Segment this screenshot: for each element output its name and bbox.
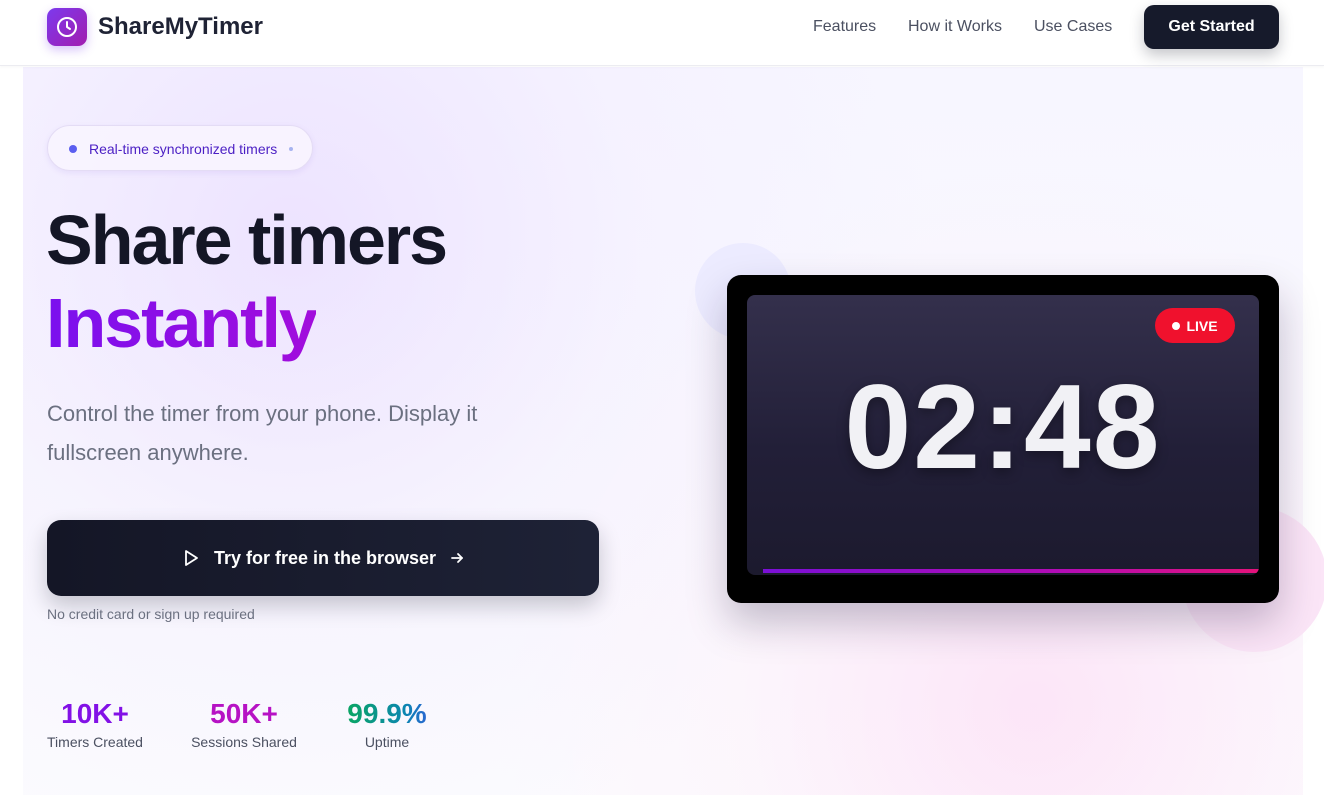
feature-badge: Real-time synchronized timers xyxy=(47,125,313,171)
badge-dot-icon xyxy=(69,145,77,153)
cta-note: No credit card or sign up required xyxy=(47,606,255,622)
get-started-button[interactable]: Get Started xyxy=(1144,5,1279,49)
live-label: LIVE xyxy=(1186,317,1218,334)
hero-subtitle: Control the timer from your phone. Displ… xyxy=(47,401,478,465)
stat-label: Uptime xyxy=(364,734,410,750)
nav-link-features[interactable]: Features xyxy=(813,17,876,37)
play-icon xyxy=(182,549,200,567)
nav-link-how-it-works[interactable]: How it Works xyxy=(908,17,1002,37)
clock-icon xyxy=(55,15,79,39)
stat-uptime: 99.9% Uptime xyxy=(342,697,432,751)
live-dot-icon xyxy=(1172,321,1181,330)
brand-name[interactable]: ShareMyTimer xyxy=(98,12,263,42)
stat-label: Sessions Shared xyxy=(191,734,297,750)
try-free-button[interactable]: Try for free in the browser xyxy=(47,520,599,596)
site-header: ShareMyTimer Features How it Works Use C… xyxy=(0,0,1324,66)
arrow-right-icon xyxy=(450,551,464,565)
stat-value: 99.9% xyxy=(342,697,432,731)
live-badge: LIVE xyxy=(1155,308,1235,343)
try-free-label: Try for free in the browser xyxy=(213,547,437,568)
timer-preview-screen: LIVE 02:48 xyxy=(747,295,1259,575)
landing-page: ShareMyTimer Features How it Works Use C… xyxy=(0,0,1324,795)
timer-progress-fill xyxy=(763,569,1259,573)
timer-display: 02:48 xyxy=(844,360,1162,494)
stat-value: 50K+ xyxy=(210,698,278,729)
logo[interactable] xyxy=(47,8,87,46)
stat-sessions-shared: 50K+ Sessions Shared xyxy=(190,697,298,751)
badge-sparkle-icon xyxy=(289,147,293,151)
headline-line-1: Share timers xyxy=(46,201,448,279)
timer-progress-track xyxy=(763,569,1259,573)
stat-timers-created: 10K+ Timers Created xyxy=(47,697,143,751)
headline-line-2: Instantly xyxy=(46,284,318,362)
stat-value: 10K+ xyxy=(61,698,129,729)
timer-preview-device: LIVE 02:48 xyxy=(727,275,1279,603)
nav-link-use-cases[interactable]: Use Cases xyxy=(1034,17,1112,37)
badge-text: Real-time synchronized timers xyxy=(89,141,278,157)
stat-label: Timers Created xyxy=(47,734,143,750)
